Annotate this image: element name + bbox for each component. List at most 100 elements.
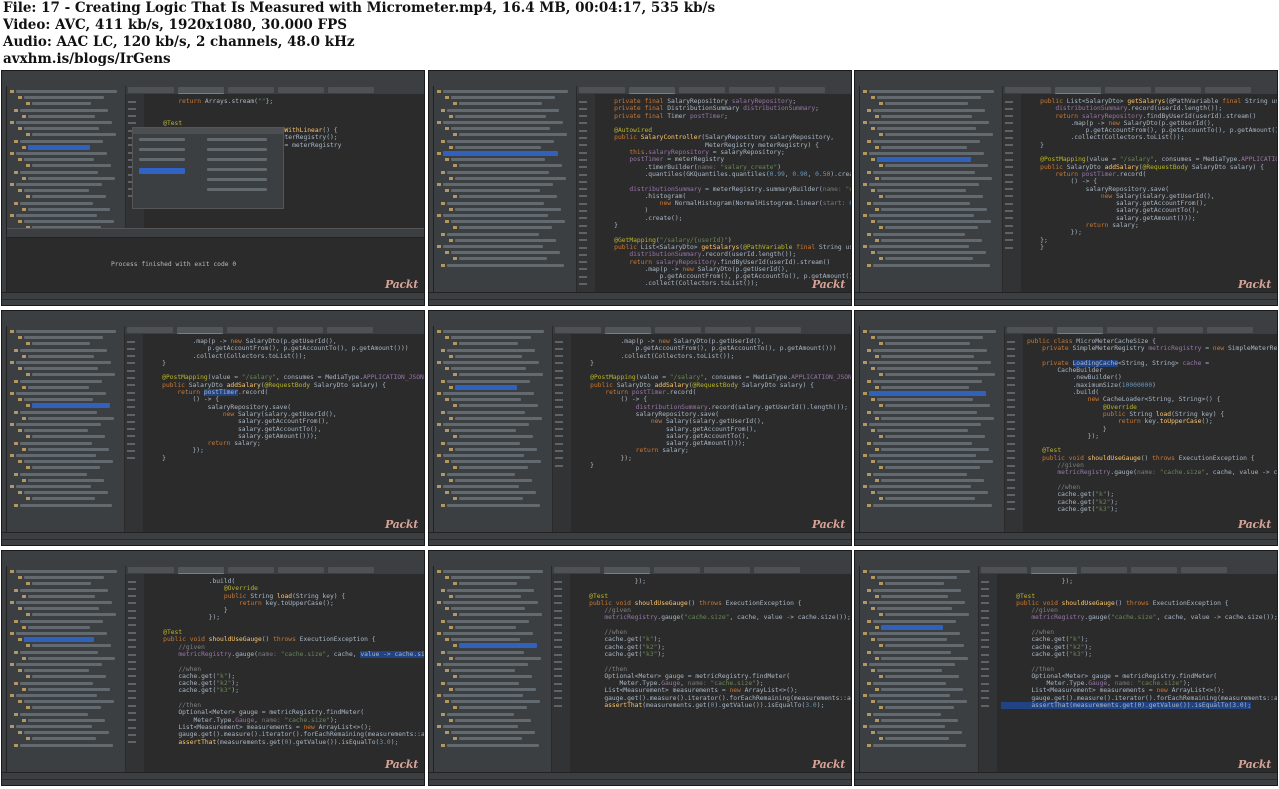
project-tree-item[interactable] [28, 416, 114, 420]
project-tree-item[interactable] [455, 238, 556, 242]
project-tree-item[interactable] [459, 497, 523, 501]
project-tree-item[interactable] [869, 725, 945, 728]
project-tree-item[interactable] [459, 102, 542, 106]
editor-tab[interactable] [1005, 87, 1051, 93]
project-tree-item[interactable] [32, 164, 111, 168]
project-tree-item[interactable] [877, 336, 983, 340]
project-tree-item[interactable] [873, 232, 965, 236]
project-tree-item[interactable] [455, 416, 542, 420]
project-tree-item[interactable] [869, 570, 970, 573]
project-tree-item[interactable] [459, 435, 533, 439]
project-tree-item[interactable] [20, 379, 102, 383]
project-tree-item[interactable] [16, 694, 97, 697]
project-tree-item[interactable] [451, 491, 536, 495]
project-tree-item[interactable] [16, 570, 117, 573]
project-tree-item[interactable] [877, 189, 966, 193]
project-tree-item[interactable] [16, 663, 102, 666]
editor-tab[interactable] [1081, 567, 1127, 573]
popup-item[interactable] [139, 148, 185, 151]
project-tree-item[interactable] [20, 472, 87, 476]
editor-tab[interactable] [278, 87, 324, 93]
project-tree-item[interactable] [24, 731, 109, 735]
project-tree-item[interactable] [16, 632, 107, 635]
editor-tab[interactable] [278, 567, 324, 573]
project-tree-item[interactable] [877, 127, 976, 131]
project-tree[interactable] [434, 566, 552, 773]
project-tree-item[interactable] [443, 392, 534, 395]
project-tree-item[interactable] [877, 429, 968, 433]
project-tree-item[interactable] [885, 497, 975, 501]
project-tree-item[interactable] [877, 731, 962, 735]
editor-tab[interactable] [555, 327, 601, 333]
project-tree-item[interactable] [455, 176, 566, 180]
run-panel[interactable]: Process finished with exit code 0 [7, 228, 424, 293]
project-tree-item[interactable] [16, 454, 96, 457]
popup-item[interactable] [207, 188, 267, 191]
editor-tab[interactable] [328, 87, 374, 93]
project-tree-item[interactable] [877, 251, 986, 255]
editor-tab[interactable] [1007, 327, 1053, 333]
project-tree-item[interactable] [869, 330, 996, 333]
project-tree-item[interactable] [24, 429, 88, 433]
project-tree-item[interactable] [24, 96, 104, 100]
project-tree-item[interactable] [873, 681, 946, 685]
project-tree-item[interactable] [32, 102, 91, 106]
project-tree-item[interactable] [451, 460, 541, 464]
project-tree-item[interactable] [455, 718, 531, 722]
editor-tab[interactable] [1207, 327, 1253, 333]
structure-popup[interactable] [132, 127, 284, 209]
project-tree-item[interactable] [885, 582, 944, 586]
editor-tab[interactable] [605, 327, 651, 334]
project-tree-item[interactable] [877, 576, 957, 580]
editor-tab[interactable] [177, 327, 223, 334]
project-tree-item[interactable] [877, 700, 967, 704]
project-tree-item[interactable] [32, 706, 101, 710]
editor-tab[interactable] [1157, 327, 1203, 333]
project-tree-item[interactable] [447, 743, 539, 747]
project-tree-item[interactable] [873, 170, 975, 174]
project-tree-item[interactable] [20, 503, 112, 507]
project-tree-item[interactable] [873, 201, 970, 205]
project-tree-item[interactable] [455, 114, 546, 118]
project-tree[interactable] [434, 326, 553, 533]
project-tree-item[interactable] [24, 700, 114, 704]
project-tree-item[interactable] [881, 478, 984, 482]
project-tree-item[interactable] [447, 108, 559, 112]
project-tree-item[interactable] [16, 90, 117, 93]
project-tree-item[interactable] [877, 491, 988, 495]
project-tree-item[interactable] [24, 669, 89, 673]
popup-item[interactable] [139, 168, 185, 174]
project-tree-item[interactable] [28, 718, 105, 722]
code-editor[interactable]: }); @Test public void shouldUseGauge() t… [997, 574, 1277, 773]
project-tree-item[interactable] [32, 582, 91, 586]
editor-tab[interactable] [127, 327, 173, 333]
project-tree-item[interactable] [32, 466, 100, 470]
project-tree-item[interactable] [24, 491, 108, 495]
editor-tab[interactable] [679, 87, 725, 93]
project-tree-item[interactable] [28, 354, 94, 358]
project-tree-item[interactable] [459, 737, 522, 741]
project-tree-item[interactable] [20, 108, 108, 112]
project-tree-item[interactable] [877, 669, 942, 673]
project-tree-item[interactable] [873, 139, 980, 143]
editor-tab[interactable] [981, 567, 1027, 573]
project-tree-item[interactable] [455, 625, 516, 629]
project-tree-item[interactable] [877, 638, 947, 642]
popup-item[interactable] [207, 148, 267, 151]
project-tree-item[interactable] [451, 158, 545, 162]
project-tree-item[interactable] [447, 232, 539, 236]
project-tree-item[interactable] [869, 245, 969, 248]
popup-item[interactable] [139, 138, 185, 141]
editor-tab[interactable] [327, 327, 373, 333]
project-tree-item[interactable] [20, 650, 98, 654]
project-tree-item[interactable] [885, 133, 993, 137]
project-tree-item[interactable] [32, 403, 110, 409]
project-tree-item[interactable] [32, 644, 111, 648]
editor-tab[interactable] [629, 87, 675, 94]
popup-item[interactable] [207, 158, 267, 161]
popup-item[interactable] [207, 168, 267, 171]
project-tree-item[interactable] [869, 694, 950, 697]
project-tree-item[interactable] [869, 454, 976, 457]
project-tree-item[interactable] [455, 354, 522, 358]
project-tree-item[interactable] [443, 454, 524, 457]
